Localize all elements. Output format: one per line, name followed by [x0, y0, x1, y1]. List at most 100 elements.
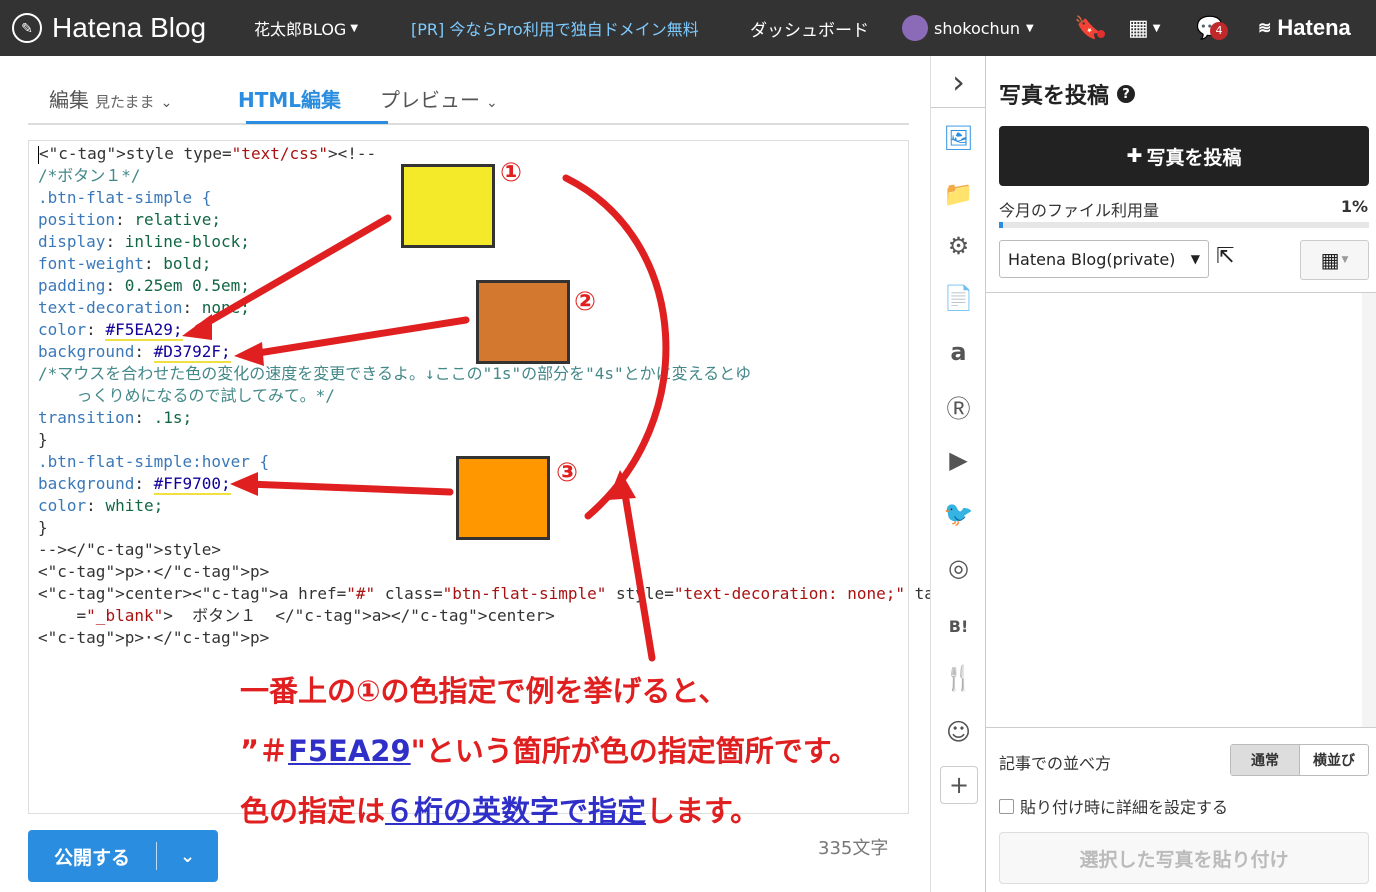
pen-icon: ✎ — [12, 13, 42, 43]
code-line[interactable]: /*マウスを合わせた色の変化の速度を変更できるよ。↓ここの"1s"の部分を"4s… — [38, 363, 900, 385]
hatena-logo-icon: ≋ — [1258, 20, 1272, 37]
code-line[interactable]: <"c-tag">center><"c-tag">a href="#" clas… — [38, 583, 972, 605]
code-line[interactable]: ="_blank"> ボタン１ </"c-tag">a></"c-tag">ce… — [38, 605, 900, 627]
sort-label: 記事での並べ方 — [999, 754, 1112, 773]
code-line[interactable]: padding: 0.25em 0.5em; — [38, 275, 900, 297]
swatch-number-1: ① — [500, 158, 523, 188]
apps-button[interactable]: ▦ ▼ — [1128, 0, 1161, 56]
swatch-number-2: ② — [574, 287, 597, 317]
text-cursor — [38, 145, 39, 164]
color-swatch-3 — [456, 456, 550, 540]
gear-icon[interactable]: ⚙ — [931, 226, 986, 266]
tab-edit[interactable]: 編集 見たまま ⌄ — [49, 84, 172, 113]
album-select[interactable]: Hatena Blog(private) ▼ — [999, 240, 1209, 278]
scrollbar[interactable] — [1362, 293, 1376, 727]
photo-panel: 写真を投稿 ? ✚ 写真を投稿 今月のファイル利用量 1% Hatena Blo… — [986, 56, 1376, 892]
plus-icon: ✚ — [1126, 145, 1143, 167]
bookmark-button[interactable]: 🔖 — [1074, 0, 1106, 56]
tab-edit-label: 編集 — [49, 88, 89, 112]
post-photo-label: 写真を投稿 — [1146, 146, 1242, 169]
photo-tool-icon[interactable]: 🖼 — [931, 118, 986, 158]
notifications-button[interactable]: 💬4 — [1196, 0, 1228, 56]
chevron-down-icon: ⌄ — [160, 95, 173, 111]
usage-bar — [999, 222, 1369, 228]
annotation-emphasis: ６桁の英数字で指定 — [385, 794, 647, 828]
blog-switcher[interactable]: 花太郎BLOG ▼ — [254, 0, 358, 56]
bookmark-icon: 🔖 — [1074, 16, 1106, 41]
code-line[interactable]: } — [38, 429, 900, 451]
code-line[interactable]: transition: .1s; — [38, 407, 900, 429]
code-line[interactable]: color: #F5EA29; — [38, 319, 900, 341]
logo-text: Hatena Blog — [52, 12, 207, 43]
code-line[interactable]: background: #D3792F; — [38, 341, 900, 363]
usage-percent: 1% — [1340, 197, 1368, 216]
hatena-blog-logo[interactable]: ✎ Hatena Blog — [12, 0, 206, 56]
chevron-down-icon[interactable]: ⌄ — [157, 846, 218, 867]
code-line[interactable]: <"c-tag">p>·</"c-tag">p> — [38, 627, 900, 649]
promo-link[interactable]: [PR] 今ならPro利用で独自ドメイン無料 — [411, 0, 699, 56]
caret-down-icon: ▼ — [1190, 252, 1200, 266]
album-value: Hatena Blog(private) — [1008, 249, 1176, 269]
code-line[interactable]: text-decoration: none; — [38, 297, 900, 319]
editor-tabs: 編集 見たまま ⌄ HTML編集 プレビュー ⌄ — [28, 70, 909, 125]
swatch-number-3: ③ — [556, 458, 579, 488]
username: shokochun — [934, 18, 1020, 38]
document-icon[interactable]: 📄 — [931, 278, 986, 318]
caret-down-icon: ▼ — [350, 22, 359, 34]
sort-normal-button[interactable]: 通常 — [1231, 745, 1300, 775]
annotation-line-3-post: します。 — [646, 794, 760, 828]
user-menu[interactable]: shokochun ▼ — [902, 0, 1034, 56]
color-swatch-1 — [401, 164, 495, 248]
notification-badge: 4 — [1210, 21, 1228, 40]
view-toggle-button[interactable]: ▦ ▼ — [1300, 240, 1369, 280]
publish-button[interactable]: 公開する ⌄ — [28, 830, 218, 882]
code-line[interactable]: っくりめになるので試してみて。*/ — [38, 385, 900, 407]
post-photo-button[interactable]: ✚ 写真を投稿 — [999, 126, 1369, 186]
hatena-brand-link[interactable]: ≋ Hatena — [1258, 0, 1351, 56]
photo-list[interactable] — [986, 292, 1376, 728]
annotation-line-3: 色の指定は６桁の英数字で指定します。 — [240, 788, 759, 830]
annotation-line-2-pre: ”＃ — [240, 734, 289, 768]
code-line[interactable]: <"c-tag">style type="text/css"><!-- — [38, 143, 900, 165]
expand-panel-button[interactable]: › — [931, 56, 986, 108]
instagram-icon[interactable]: ◎ — [931, 548, 986, 588]
grid-icon: ▦ — [1128, 15, 1149, 41]
top-bar: ✎ Hatena Blog 花太郎BLOG ▼ [PR] 今ならPro利用で独自… — [0, 0, 1376, 56]
tab-preview[interactable]: プレビュー ⌄ — [380, 84, 498, 113]
usage-fill — [999, 222, 1003, 228]
food-icon[interactable]: 🍴 — [931, 658, 986, 698]
dashboard-link[interactable]: ダッシュボード — [750, 0, 869, 56]
external-link-icon[interactable]: ⇱ — [1216, 244, 1234, 269]
youtube-icon[interactable]: ▶ — [931, 440, 986, 480]
annotation-hex: F5EA29 — [288, 734, 411, 768]
tab-edit-mode: 見たまま — [95, 93, 155, 111]
chevron-right-icon: › — [952, 62, 965, 101]
tab-preview-label: プレビュー — [380, 88, 480, 112]
code-line[interactable]: <"c-tag">p>·</"c-tag">p> — [38, 561, 900, 583]
code-line[interactable]: --></"c-tag">style> — [38, 539, 900, 561]
unread-dot — [1097, 29, 1106, 38]
detail-checkbox[interactable] — [999, 798, 1014, 814]
annotation-line-2-post: "という箇所が色の指定箇所です。 — [410, 734, 858, 768]
grid-icon: ▦ — [1320, 248, 1340, 272]
plus-icon[interactable]: + — [940, 766, 978, 804]
hatena-bookmark-icon[interactable]: B! — [931, 606, 986, 646]
paste-photo-button[interactable]: 選択した写真を貼り付け — [999, 832, 1369, 884]
amazon-icon[interactable]: a — [931, 332, 986, 372]
code-line[interactable]: font-weight: bold; — [38, 253, 900, 275]
smile-icon[interactable]: ☺ — [931, 712, 986, 752]
caret-down-icon: ▼ — [1025, 22, 1034, 34]
help-icon[interactable]: ? — [1117, 85, 1136, 103]
folder-icon[interactable]: 📁 — [931, 174, 986, 214]
detail-option[interactable]: 貼り付け時に詳細を設定する — [999, 794, 1228, 818]
usage-label: 今月のファイル利用量 — [999, 201, 1160, 220]
avatar — [902, 15, 928, 41]
active-tab-indicator — [246, 121, 388, 124]
tab-html[interactable]: HTML編集 — [238, 84, 341, 113]
annotation-line-2: ”＃F5EA29"という箇所が色の指定箇所です。 — [240, 728, 858, 770]
twitter-icon[interactable]: 🐦 — [931, 494, 986, 534]
rakuten-icon[interactable]: Ⓡ — [931, 386, 986, 426]
sort-side-button[interactable]: 横並び — [1300, 745, 1368, 775]
brand-text: Hatena — [1277, 15, 1351, 40]
caret-down-icon: ▼ — [1152, 22, 1161, 34]
